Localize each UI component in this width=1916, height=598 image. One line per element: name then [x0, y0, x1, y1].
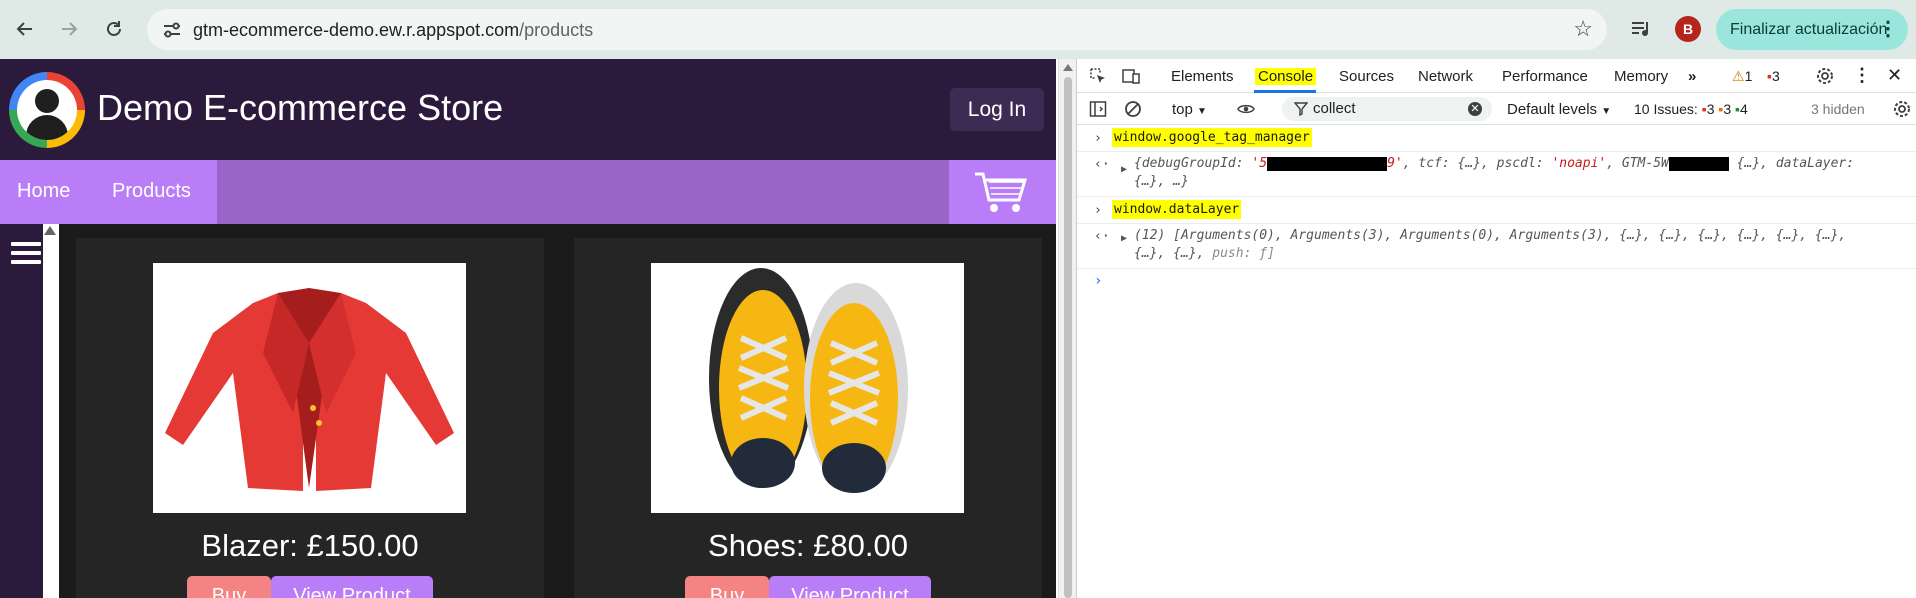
product-card: Blazer: £150.00 Buy View Product [76, 238, 544, 598]
result-arrow-icon: ‹· [1094, 157, 1110, 172]
reload-button[interactable] [96, 11, 132, 47]
more-tabs-icon[interactable]: » [1688, 68, 1696, 85]
console-command: window.dataLayer [1112, 200, 1242, 219]
update-button[interactable]: Finalizar actualización ⋮ [1716, 9, 1908, 50]
errors-badge[interactable]: ▪3 [1767, 68, 1780, 84]
warnings-badge[interactable]: ⚠1 [1732, 68, 1752, 85]
context-select[interactable]: top ▼ [1172, 101, 1207, 118]
view-product-button[interactable]: View Product [769, 576, 931, 598]
store-logo[interactable] [9, 72, 85, 148]
reload-icon [107, 21, 121, 36]
settings-gear-icon[interactable] [1816, 67, 1834, 85]
product-title: Shoes: £80.00 [708, 528, 908, 563]
view-product-button[interactable]: View Product [271, 576, 433, 598]
console-result-continued: {…}, …} [1134, 174, 1189, 189]
console-filter-input[interactable]: collect ✕ [1282, 97, 1492, 121]
hidden-count: 3 hidden [1811, 101, 1865, 117]
tab-sources[interactable]: Sources [1339, 68, 1394, 85]
clear-filter-icon[interactable]: ✕ [1468, 102, 1482, 116]
arrow-left-icon [16, 22, 32, 36]
product-area: Blazer: £150.00 Buy View Product Shoes: … [0, 224, 1056, 598]
issues-counter[interactable]: 10 Issues: ▪3 ▪3 ▪4 [1634, 101, 1748, 117]
tab-console[interactable]: Console [1255, 68, 1317, 85]
browser-toolbar: gtm-ecommerce-demo.ew.r.appspot.com/prod… [0, 0, 1916, 59]
tab-memory[interactable]: Memory [1614, 68, 1668, 85]
clear-console-icon[interactable] [1124, 100, 1142, 118]
console-settings-icon[interactable] [1893, 100, 1911, 118]
product-title: Blazer: £150.00 [201, 528, 419, 563]
expand-chevron-icon[interactable]: › [1094, 131, 1102, 146]
expand-triangle-icon[interactable]: ▶ [1121, 233, 1127, 244]
store-title: Demo E-commerce Store [97, 87, 504, 128]
console-input-row: › window.google_tag_manager [1077, 125, 1916, 152]
redacted-block [1668, 156, 1729, 171]
console-command: window.google_tag_manager [1112, 128, 1312, 147]
cart-button[interactable] [949, 160, 1056, 224]
shoes-image [709, 268, 908, 493]
sidebar-toggle-icon[interactable] [1089, 100, 1107, 118]
inspect-element-icon[interactable] [1089, 67, 1107, 85]
console-result-row: ‹· ▶ {debugGroupId: '5 9', tcf: {…}, pscd… [1077, 152, 1916, 197]
hamburger-menu-icon[interactable] [11, 242, 41, 266]
device-toolbar-icon[interactable] [1122, 67, 1140, 85]
dropdown-arrow-icon: ▼ [1197, 106, 1207, 117]
product-image-blazer[interactable] [153, 263, 466, 513]
expand-chevron-icon[interactable]: › [1094, 203, 1102, 218]
url-text: gtm-ecommerce-demo.ew.r.appspot.com/prod… [193, 20, 594, 40]
buy-button[interactable]: Buy [685, 576, 769, 598]
buy-button[interactable]: Buy [187, 576, 271, 598]
scroll-up-icon[interactable] [1063, 64, 1073, 71]
product-card: Shoes: £80.00 Buy View Product [574, 238, 1042, 598]
expand-triangle-icon[interactable]: ▶ [1121, 164, 1127, 175]
address-bar[interactable]: gtm-ecommerce-demo.ew.r.appspot.com/prod… [147, 9, 1607, 50]
console-result-continued: {…}, {…}, push: ƒ] [1134, 246, 1275, 261]
sidebar [0, 224, 43, 598]
filter-icon [1294, 102, 1308, 116]
sidebar-scrollbar[interactable] [43, 224, 59, 598]
devtools-panel: Elements Console Sources Network Perform… [1076, 59, 1916, 598]
console-output: › window.google_tag_manager ‹· ▶ {debugG… [1077, 125, 1916, 598]
dropdown-arrow-icon: ▼ [1601, 106, 1612, 117]
console-input-row: › window.dataLayer [1077, 197, 1916, 224]
console-result[interactable]: {debugGroupId: '5 9', tcf: {…}, pscdl: 'n… [1134, 155, 1854, 173]
redacted-block [1267, 156, 1388, 171]
profile-avatar[interactable]: B [1675, 16, 1701, 42]
page-scrollbar[interactable] [1058, 59, 1076, 598]
store-header: Demo E-commerce Store Log In [0, 59, 1056, 160]
nav-products[interactable]: Products [112, 180, 191, 203]
log-levels-select[interactable]: Default levels ▼ [1507, 101, 1611, 118]
bookmark-star-icon[interactable]: ☆ [1573, 16, 1593, 42]
more-vert-icon: ⋮ [1878, 18, 1898, 40]
result-arrow-icon: ‹· [1094, 229, 1110, 244]
nav-home[interactable]: Home [17, 180, 70, 203]
product-image-shoes[interactable] [651, 263, 964, 513]
scrollbar-thumb[interactable] [1064, 77, 1072, 598]
console-result[interactable]: (12) [Arguments(0), Arguments(3), Argume… [1134, 227, 1846, 245]
tab-network[interactable]: Network [1418, 68, 1473, 85]
back-button[interactable] [7, 11, 43, 47]
more-options-icon[interactable]: ⋮ [1853, 65, 1871, 86]
devtools-tabbar: Elements Console Sources Network Perform… [1077, 59, 1916, 93]
media-controls-icon[interactable] [1628, 16, 1654, 42]
console-prompt-icon[interactable]: › [1094, 273, 1102, 289]
console-result-row: ‹· ▶ (12) [Arguments(0), Arguments(3), A… [1077, 224, 1916, 269]
arrow-right-icon [62, 22, 78, 36]
tab-performance[interactable]: Performance [1502, 68, 1588, 85]
close-devtools-icon[interactable]: ✕ [1887, 65, 1902, 86]
sidebar-scroll-up-icon[interactable] [44, 226, 56, 235]
login-button[interactable]: Log In [950, 88, 1044, 131]
shopping-cart-icon [975, 172, 1028, 212]
web-page: Demo E-commerce Store Log In Home Produc… [0, 59, 1056, 598]
live-expression-eye-icon[interactable] [1237, 100, 1255, 118]
blazer-image [165, 288, 454, 491]
site-info-icon[interactable] [161, 19, 183, 41]
tab-elements[interactable]: Elements [1171, 68, 1234, 85]
warning-icon: ⚠ [1732, 68, 1745, 84]
forward-button[interactable] [51, 11, 87, 47]
store-nav: Home Products [0, 160, 1056, 224]
console-toolbar: top ▼ collect ✕ Default levels ▼ 10 Issu… [1077, 93, 1916, 125]
